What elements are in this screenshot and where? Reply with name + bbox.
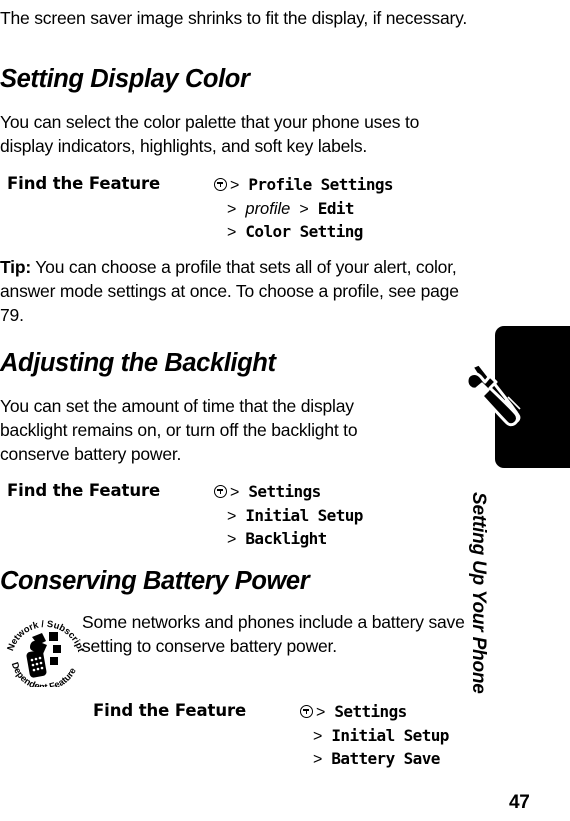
path-separator: > [313,727,323,745]
section-body-backlight-block: You can set the amount of time that the … [0,394,400,466]
network-badge-svg: Network / Subscription Dependent Feature [3,598,87,692]
section-heading-display-color-block: Setting Display Color [0,64,470,94]
find-the-feature-path: > Profile Settings > profile > Edit > Co… [214,174,394,245]
path-step-settings: Settings [248,482,321,501]
menu-key-icon [300,705,313,718]
chapter-title-vertical: Setting Up Your Phone [468,492,489,694]
section-body-backlight: You can set the amount of time that the … [0,396,358,464]
path-separator: > [227,531,237,548]
network-subscription-dependent-feature-icon: Network / Subscription Dependent Feature [3,598,87,692]
menu-key-icon [214,485,227,498]
menu-key-icon [214,178,227,191]
tip-paragraph: Tip: You can choose a profile that sets … [0,255,470,327]
path-separator: > [299,200,309,218]
intro-paragraph-block: The screen saver image shrinks to fit th… [0,6,470,30]
find-the-feature-label: Find the Feature [93,701,247,720]
path-step-profile-variable: profile [245,199,291,218]
section-body-battery-block: Some networks and phones include a batte… [82,610,472,658]
find-the-feature-path: > Settings > Initial Setup > Backlight [214,481,363,552]
path-step-backlight: Backlight [245,529,327,548]
section-heading-battery: Conserving Battery Power [0,567,310,595]
find-the-feature-label: Find the Feature [7,174,161,193]
path-separator: > [230,484,240,501]
section-body-display-color-block: You can select the color palette that yo… [0,110,470,158]
path-separator: > [227,200,237,218]
phone-glyph [26,633,47,678]
path-separator: > [227,224,237,241]
section-body-display-color: You can select the color palette that yo… [0,112,420,156]
section-heading-backlight: Adjusting the Backlight [0,349,276,377]
path-step-color-setting: Color Setting [245,222,363,241]
tip-text: You can choose a profile that sets all o… [0,257,459,325]
section-heading-backlight-block: Adjusting the Backlight [0,348,470,378]
path-separator: > [316,704,326,721]
find-the-feature-label: Find the Feature [7,481,161,500]
path-step-settings: Settings [334,702,407,721]
manual-page: The screen saver image shrinks to fit th… [0,0,570,821]
path-step-edit: Edit [317,198,355,218]
wrench-screwdriver-icon [465,362,528,429]
path-step-profile-settings: Profile Settings [248,175,393,194]
tip-block: Tip: You can choose a profile that sets … [0,255,470,327]
section-heading-battery-block: Conserving Battery Power [0,566,470,596]
path-separator: > [313,751,323,768]
path-step-battery-save: Battery Save [331,749,440,768]
path-separator: > [230,177,240,194]
find-the-feature-path: > Settings > Initial Setup > Battery Sav… [300,701,449,772]
path-step-initial-setup: Initial Setup [245,505,363,525]
page-number: 47 [509,792,530,813]
intro-paragraph: The screen saver image shrinks to fit th… [0,8,468,28]
path-step-initial-setup: Initial Setup [331,725,449,745]
tip-label: Tip: [0,257,31,277]
section-heading-display-color: Setting Display Color [0,65,250,93]
signal-squares [49,632,61,665]
section-body-battery: Some networks and phones include a batte… [82,612,465,656]
path-separator: > [227,507,237,525]
